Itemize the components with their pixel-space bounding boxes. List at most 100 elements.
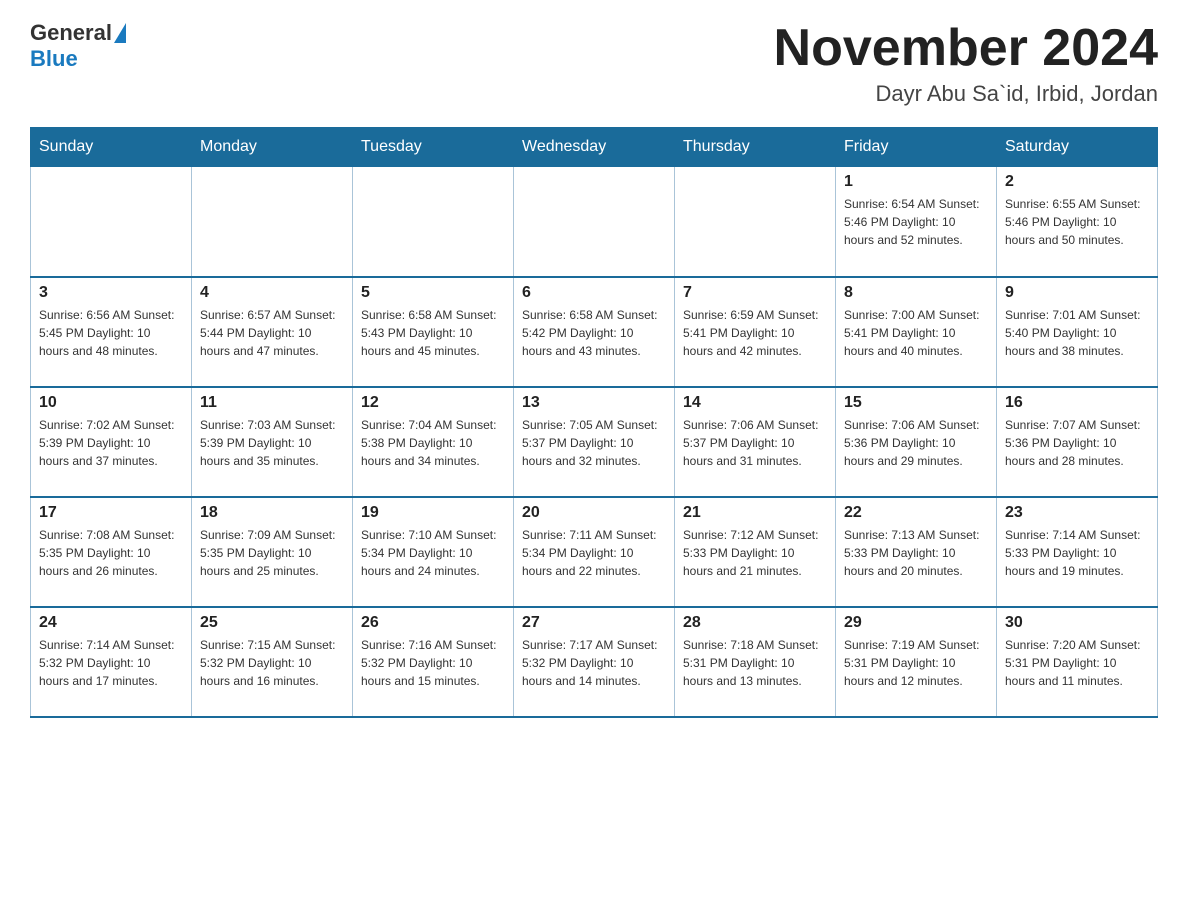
calendar-cell [192,167,353,277]
day-info: Sunrise: 7:13 AM Sunset: 5:33 PM Dayligh… [844,526,988,580]
calendar-cell: 8 Sunrise: 7:00 AM Sunset: 5:41 PM Daylig… [836,277,997,387]
day-info: Sunrise: 7:14 AM Sunset: 5:32 PM Dayligh… [39,636,183,690]
day-info: Sunrise: 7:14 AM Sunset: 5:33 PM Dayligh… [1005,526,1149,580]
day-info: Sunrise: 6:55 AM Sunset: 5:46 PM Dayligh… [1005,195,1149,249]
day-number: 26 [361,614,505,632]
calendar-cell: 24Sunrise: 7:14 AM Sunset: 5:32 PM Dayli… [31,607,192,717]
day-number: 6 [522,284,666,302]
page-header: General Blue November 2024 Dayr Abu Sa`i… [30,20,1158,107]
weekday-header-row: SundayMondayTuesdayWednesdayThursdayFrid… [31,128,1158,167]
calendar-cell: 9 Sunrise: 7:01 AM Sunset: 5:40 PM Daylig… [997,277,1158,387]
calendar-cell: 7 Sunrise: 6:59 AM Sunset: 5:41 PM Daylig… [675,277,836,387]
day-number: 25 [200,614,344,632]
calendar-cell: 3 Sunrise: 6:56 AM Sunset: 5:45 PM Daylig… [31,277,192,387]
day-number: 1 [844,173,988,191]
day-number: 30 [1005,614,1149,632]
day-number: 11 [200,394,344,412]
title-area: November 2024 Dayr Abu Sa`id, Irbid, Jor… [774,20,1158,107]
day-info: Sunrise: 7:01 AM Sunset: 5:40 PM Dayligh… [1005,306,1149,360]
day-info: Sunrise: 7:02 AM Sunset: 5:39 PM Dayligh… [39,416,183,470]
calendar-week-row: 1 Sunrise: 6:54 AM Sunset: 5:46 PM Daylig… [31,167,1158,277]
day-info: Sunrise: 7:00 AM Sunset: 5:41 PM Dayligh… [844,306,988,360]
calendar-cell: 12 Sunrise: 7:04 AM Sunset: 5:38 PM Dayli… [353,387,514,497]
calendar-cell: 29Sunrise: 7:19 AM Sunset: 5:31 PM Dayli… [836,607,997,717]
calendar-table: SundayMondayTuesdayWednesdayThursdayFrid… [30,127,1158,718]
day-number: 10 [39,394,183,412]
day-number: 16 [1005,394,1149,412]
weekday-header-sunday: Sunday [31,128,192,167]
calendar-cell: 15 Sunrise: 7:06 AM Sunset: 5:36 PM Dayli… [836,387,997,497]
day-number: 9 [1005,284,1149,302]
day-info: Sunrise: 6:58 AM Sunset: 5:43 PM Dayligh… [361,306,505,360]
calendar-cell [353,167,514,277]
calendar-cell: 28 Sunrise: 7:18 AM Sunset: 5:31 PM Dayli… [675,607,836,717]
day-info: Sunrise: 7:15 AM Sunset: 5:32 PM Dayligh… [200,636,344,690]
day-info: Sunrise: 6:57 AM Sunset: 5:44 PM Dayligh… [200,306,344,360]
calendar-cell: 30Sunrise: 7:20 AM Sunset: 5:31 PM Dayli… [997,607,1158,717]
day-info: Sunrise: 7:06 AM Sunset: 5:36 PM Dayligh… [844,416,988,470]
day-info: Sunrise: 6:58 AM Sunset: 5:42 PM Dayligh… [522,306,666,360]
calendar-week-row: 17 Sunrise: 7:08 AM Sunset: 5:35 PM Dayli… [31,497,1158,607]
day-number: 27 [522,614,666,632]
logo-general-text: General [30,20,112,46]
day-info: Sunrise: 6:54 AM Sunset: 5:46 PM Dayligh… [844,195,988,249]
calendar-cell: 17 Sunrise: 7:08 AM Sunset: 5:35 PM Dayli… [31,497,192,607]
day-number: 22 [844,504,988,522]
day-number: 5 [361,284,505,302]
day-number: 7 [683,284,827,302]
day-number: 8 [844,284,988,302]
day-number: 15 [844,394,988,412]
day-info: Sunrise: 7:10 AM Sunset: 5:34 PM Dayligh… [361,526,505,580]
calendar-cell: 23Sunrise: 7:14 AM Sunset: 5:33 PM Dayli… [997,497,1158,607]
day-number: 28 [683,614,827,632]
calendar-week-row: 3 Sunrise: 6:56 AM Sunset: 5:45 PM Daylig… [31,277,1158,387]
day-info: Sunrise: 7:03 AM Sunset: 5:39 PM Dayligh… [200,416,344,470]
weekday-header-wednesday: Wednesday [514,128,675,167]
day-info: Sunrise: 7:19 AM Sunset: 5:31 PM Dayligh… [844,636,988,690]
day-info: Sunrise: 7:12 AM Sunset: 5:33 PM Dayligh… [683,526,827,580]
day-info: Sunrise: 7:11 AM Sunset: 5:34 PM Dayligh… [522,526,666,580]
calendar-cell: 16 Sunrise: 7:07 AM Sunset: 5:36 PM Dayli… [997,387,1158,497]
calendar-cell: 10 Sunrise: 7:02 AM Sunset: 5:39 PM Dayli… [31,387,192,497]
logo-triangle-icon [114,23,126,43]
calendar-cell: 22 Sunrise: 7:13 AM Sunset: 5:33 PM Dayli… [836,497,997,607]
calendar-week-row: 24Sunrise: 7:14 AM Sunset: 5:32 PM Dayli… [31,607,1158,717]
day-number: 3 [39,284,183,302]
day-info: Sunrise: 7:06 AM Sunset: 5:37 PM Dayligh… [683,416,827,470]
weekday-header-friday: Friday [836,128,997,167]
day-number: 4 [200,284,344,302]
logo: General Blue [30,20,126,72]
day-info: Sunrise: 7:07 AM Sunset: 5:36 PM Dayligh… [1005,416,1149,470]
logo-blue-text: Blue [30,46,126,72]
day-info: Sunrise: 7:18 AM Sunset: 5:31 PM Dayligh… [683,636,827,690]
day-number: 12 [361,394,505,412]
day-number: 17 [39,504,183,522]
month-title: November 2024 [774,20,1158,77]
calendar-cell: 11 Sunrise: 7:03 AM Sunset: 5:39 PM Dayli… [192,387,353,497]
calendar-cell: 6 Sunrise: 6:58 AM Sunset: 5:42 PM Daylig… [514,277,675,387]
day-number: 2 [1005,173,1149,191]
day-info: Sunrise: 7:04 AM Sunset: 5:38 PM Dayligh… [361,416,505,470]
calendar-cell: 25 Sunrise: 7:15 AM Sunset: 5:32 PM Dayli… [192,607,353,717]
weekday-header-monday: Monday [192,128,353,167]
calendar-cell: 20 Sunrise: 7:11 AM Sunset: 5:34 PM Dayli… [514,497,675,607]
calendar-cell: 5 Sunrise: 6:58 AM Sunset: 5:43 PM Daylig… [353,277,514,387]
calendar-week-row: 10 Sunrise: 7:02 AM Sunset: 5:39 PM Dayli… [31,387,1158,497]
calendar-cell: 19Sunrise: 7:10 AM Sunset: 5:34 PM Dayli… [353,497,514,607]
day-number: 20 [522,504,666,522]
calendar-cell: 4 Sunrise: 6:57 AM Sunset: 5:44 PM Daylig… [192,277,353,387]
day-number: 21 [683,504,827,522]
day-number: 14 [683,394,827,412]
calendar-cell: 27 Sunrise: 7:17 AM Sunset: 5:32 PM Dayli… [514,607,675,717]
weekday-header-tuesday: Tuesday [353,128,514,167]
day-info: Sunrise: 7:08 AM Sunset: 5:35 PM Dayligh… [39,526,183,580]
calendar-cell: 13Sunrise: 7:05 AM Sunset: 5:37 PM Dayli… [514,387,675,497]
calendar-cell: 1 Sunrise: 6:54 AM Sunset: 5:46 PM Daylig… [836,167,997,277]
weekday-header-thursday: Thursday [675,128,836,167]
day-info: Sunrise: 7:17 AM Sunset: 5:32 PM Dayligh… [522,636,666,690]
day-number: 18 [200,504,344,522]
location-subtitle: Dayr Abu Sa`id, Irbid, Jordan [774,81,1158,107]
day-info: Sunrise: 6:56 AM Sunset: 5:45 PM Dayligh… [39,306,183,360]
calendar-cell: 2 Sunrise: 6:55 AM Sunset: 5:46 PM Daylig… [997,167,1158,277]
day-info: Sunrise: 6:59 AM Sunset: 5:41 PM Dayligh… [683,306,827,360]
